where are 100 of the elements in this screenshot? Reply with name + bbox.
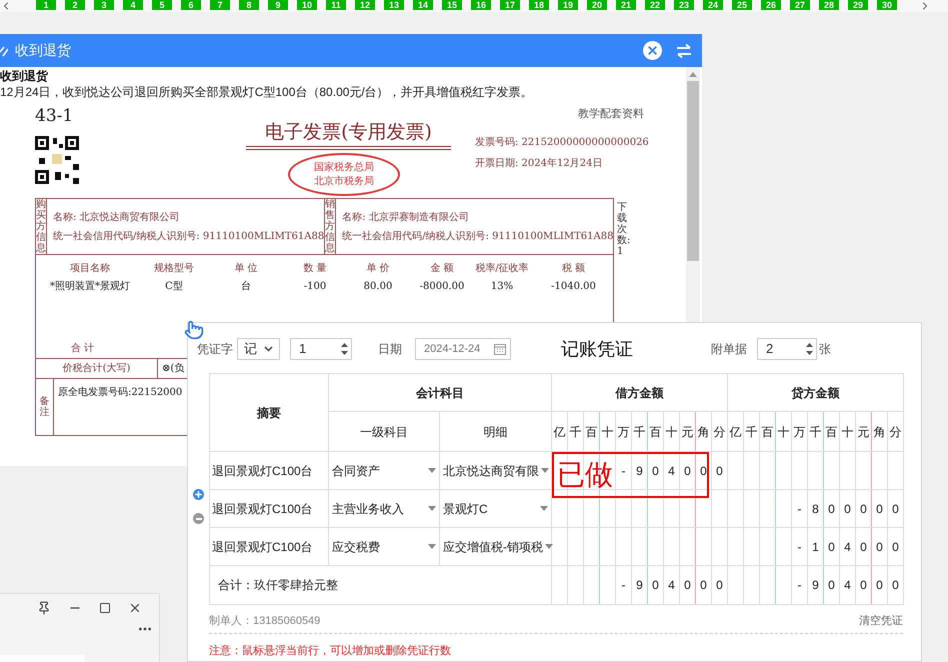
remarks-label: 备注	[40, 396, 50, 418]
page-number-tab[interactable]: 28	[819, 0, 839, 10]
digit-unit-header: 百	[760, 412, 776, 452]
main-account-header: 一级科目	[328, 412, 440, 452]
page-number-tab[interactable]: 6	[181, 0, 201, 10]
page-number-tab[interactable]: 5	[152, 0, 172, 10]
amount-digit	[680, 490, 696, 528]
amount-digit: 9	[632, 566, 648, 604]
page-number-tab[interactable]: 22	[645, 0, 665, 10]
item-cell-text: -100	[302, 280, 328, 294]
page-number-tab[interactable]: 15	[442, 0, 462, 10]
detail-select[interactable]: 景观灯C	[440, 490, 552, 528]
account-text: 合同资产	[332, 462, 380, 480]
amount-digit	[664, 490, 680, 528]
page-number-tab[interactable]: 4	[123, 0, 143, 10]
page-number-tab[interactable]: 17	[500, 0, 520, 10]
summary-cell: 退回景观灯C100台	[210, 490, 328, 528]
page-number-tab[interactable]: 30	[877, 0, 897, 10]
date-input[interactable]: 2024-12-24	[415, 338, 511, 360]
page-number-tab[interactable]: 26	[761, 0, 781, 10]
amount-digit	[776, 528, 792, 566]
date-label: 日期	[378, 341, 402, 358]
item-cell-text: 台	[240, 280, 252, 294]
account-select[interactable]: 合同资产	[328, 452, 440, 490]
account-text: 应交税费	[332, 538, 380, 556]
page-number-tab[interactable]: 20	[587, 0, 607, 10]
page-number-tab[interactable]: 14	[413, 0, 433, 10]
page-number-tab[interactable]: 25	[732, 0, 752, 10]
page-number-tab[interactable]: 24	[703, 0, 723, 10]
amount-digit: 0	[872, 490, 888, 528]
page-number-tab[interactable]: 27	[790, 0, 810, 10]
amount-digit	[552, 490, 568, 528]
amount-digit: 0	[824, 490, 840, 528]
page-number-tab[interactable]: 12	[355, 0, 375, 10]
detail-select[interactable]: 北京悦达商贸有限	[440, 452, 552, 490]
page-number-tab[interactable]: 2	[65, 0, 85, 10]
amount-digit: 0	[824, 528, 840, 566]
page-number-tab[interactable]: 13	[384, 0, 404, 10]
page-number-tab[interactable]: 7	[210, 0, 230, 10]
amount-digit	[616, 528, 632, 566]
amount-digit: 0	[680, 566, 696, 604]
maximize-icon[interactable]	[99, 602, 111, 614]
detail-header: 明细	[440, 412, 552, 452]
page-number-tab[interactable]: 10	[297, 0, 317, 10]
page-number-tab[interactable]: 21	[616, 0, 636, 10]
attachments-label: 附单据	[711, 341, 747, 358]
digit-unit-header: 千	[744, 412, 760, 452]
page-number-tab[interactable]: 19	[558, 0, 578, 10]
voucher-number-input[interactable]: 1	[290, 338, 352, 360]
swap-icon[interactable]	[676, 44, 692, 58]
page-number-tab[interactable]: 29	[848, 0, 868, 10]
digit-unit-header: 十	[664, 412, 680, 452]
amount-digit	[568, 490, 584, 528]
chevron-icon	[264, 346, 273, 352]
clear-voucher-link[interactable]: 清空凭证	[859, 613, 903, 630]
page-number-tab[interactable]: 18	[529, 0, 549, 10]
account-text: 主营业务收入	[332, 500, 404, 518]
caret-icon	[428, 544, 436, 549]
amount-digit	[680, 528, 696, 566]
amount-digit: 0	[856, 528, 872, 566]
amount-digit	[808, 452, 824, 490]
caret-icon	[541, 468, 549, 473]
page-number-tab[interactable]: 16	[471, 0, 491, 10]
page-number-tab[interactable]: 1	[36, 0, 56, 10]
digit-unit-header: 百	[824, 412, 840, 452]
scroll-up-icon[interactable]	[689, 72, 697, 77]
remarks-text: 原全电发票号码:22152000	[58, 386, 182, 400]
page-number-tab[interactable]: 3	[94, 0, 114, 10]
page-number-tab[interactable]: 8	[239, 0, 259, 10]
teaching-note: 教学配套资料	[577, 106, 645, 122]
digit-unit-header: 角	[872, 412, 888, 452]
voucher-word-select[interactable]: 记	[237, 338, 280, 360]
page-number-tab[interactable]: 23	[674, 0, 694, 10]
item-column-header: 单 位	[233, 262, 259, 276]
pin-icon[interactable]	[37, 600, 51, 614]
task-window-title: 收到退货	[15, 41, 71, 60]
add-row-icon[interactable]	[193, 489, 204, 500]
digit-unit-header: 十	[600, 412, 616, 452]
amount-digit	[840, 452, 856, 490]
item-cell-text: *照明装置*景观灯	[49, 280, 131, 294]
detail-text: 北京悦达商贸有限	[443, 462, 539, 480]
amount-digit	[760, 490, 776, 528]
item-cell-text: -1040.00	[550, 280, 597, 294]
scrollbar[interactable]	[686, 67, 700, 322]
account-select[interactable]: 主营业务收入	[328, 490, 440, 528]
attachments-input[interactable]: 2	[757, 338, 817, 360]
amount-digit	[760, 452, 776, 490]
remove-row-icon[interactable]	[193, 513, 204, 524]
amount-digit: -	[792, 566, 808, 604]
digit-unit-header: 十	[776, 412, 792, 452]
page-number-tab[interactable]: 9	[268, 0, 288, 10]
amount-digit	[728, 452, 744, 490]
amount-digit	[600, 528, 616, 566]
grand-total-label: 价税合计(大写)	[62, 362, 130, 376]
amount-digit	[760, 528, 776, 566]
account-select[interactable]: 应交税费	[328, 528, 440, 566]
credit-header: 贷方金额	[728, 374, 904, 412]
amount-digit: 0	[856, 490, 872, 528]
page-number-tab[interactable]: 11	[326, 0, 346, 10]
detail-select[interactable]: 应交增值税-销项税	[440, 528, 552, 566]
